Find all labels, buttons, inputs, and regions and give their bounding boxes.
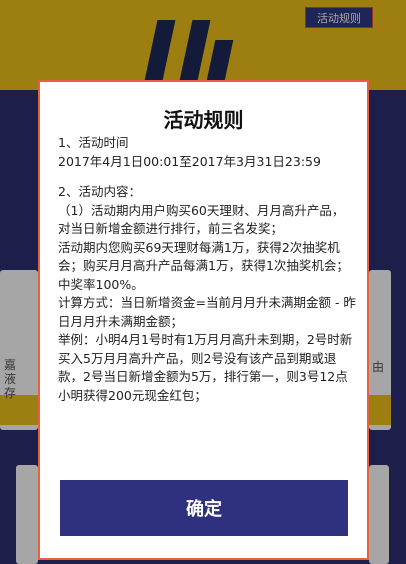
- rule-paragraph-4: 举例：小明4月1号时有1万月月高升未到期，2号时新买入5万月月高升产品，则2号没…: [58, 332, 353, 403]
- section1-heading: 1、活动时间: [58, 135, 129, 150]
- confirm-button[interactable]: 确定: [60, 480, 348, 536]
- modal-content: 1、活动时间 2017年4月1日00:01至2017年3月31日23:59 2、…: [58, 134, 356, 405]
- section1-time: 2017年4月1日00:01至2017年3月31日23:59: [58, 153, 321, 169]
- rule-paragraph-1: （1）活动期内用户购买60天理财、月月高升产品，对当日新增金额进行排行，前三名发…: [58, 202, 345, 237]
- rule-paragraph-3: 计算方式：当日新增资金=当前月月升未满期金额 - 昨日月月升未满期金额；: [58, 295, 356, 329]
- rule-paragraph-2: 活动期内您购买69天理财每满1万，获得2次抽奖机会；购买月月高升产品每满1万，获…: [58, 239, 349, 292]
- modal-title: 活动规则: [163, 108, 244, 132]
- rules-modal: 活动规则 1、活动时间 2017年4月1日00:01至2017年3月31日23:…: [38, 80, 369, 560]
- section2-heading: 2、活动内容：: [58, 184, 141, 199]
